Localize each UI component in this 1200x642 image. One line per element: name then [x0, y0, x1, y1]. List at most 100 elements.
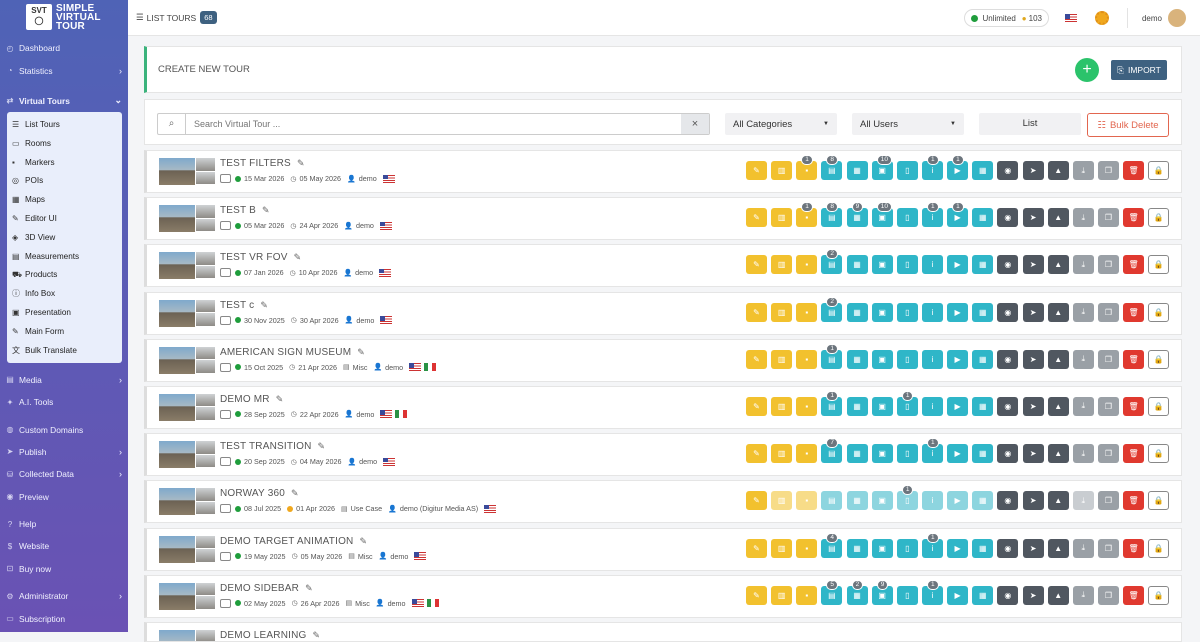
tour-title[interactable]: AMERICAN SIGN MUSEUM ✎ — [220, 347, 365, 358]
rooms-button[interactable]: ▥ — [771, 491, 793, 511]
duplicate-button[interactable]: ❐ — [1097, 538, 1119, 558]
markers-button[interactable]: ▪ — [796, 349, 818, 369]
tour-title[interactable]: DEMO MR ✎ — [220, 394, 283, 405]
tour-thumbnail[interactable] — [159, 158, 215, 185]
category-select[interactable]: All Categories ▼ — [725, 113, 837, 135]
info-box-button[interactable]: ▯ — [896, 585, 918, 605]
rooms-button[interactable]: ▥ — [771, 255, 793, 275]
video-button[interactable]: ▶ — [947, 302, 969, 322]
publish-button[interactable]: ➤ — [1022, 208, 1044, 228]
download-button[interactable]: ⤓ — [1072, 302, 1094, 322]
download-button[interactable]: ⤓ — [1072, 444, 1094, 464]
preview-button[interactable]: ◉ — [997, 349, 1019, 369]
rooms-button[interactable]: ▥ — [771, 444, 793, 464]
info-button[interactable]: i — [921, 491, 943, 511]
edit-tour-button[interactable]: ✎ — [746, 538, 767, 558]
import-button[interactable]: ⎘ IMPORT — [1111, 60, 1167, 80]
duplicate-button[interactable]: ❐ — [1097, 208, 1119, 228]
presentation-button[interactable]: ▦ — [972, 491, 994, 511]
folder-icon[interactable] — [220, 362, 231, 372]
bulk-delete-button[interactable]: ☷ Bulk Delete — [1087, 113, 1169, 137]
rooms-button[interactable]: ▥ — [771, 585, 793, 605]
tour-title[interactable]: DEMO SIDEBAR ✎ — [220, 583, 313, 594]
delete-button[interactable]: 🗑 — [1123, 585, 1145, 605]
maps-button[interactable]: ▦ — [846, 349, 868, 369]
add-tour-button[interactable]: + — [1075, 58, 1099, 82]
tour-row[interactable]: TEST FILTERS ✎ 15 Mar 2026 ◷ 05 May 2026 👤 dem… — [144, 150, 1182, 193]
tour-thumbnail[interactable] — [159, 582, 215, 610]
statistics-button[interactable]: ▲ — [1047, 255, 1069, 275]
sidebar-item-a-i-tools[interactable]: ✦ A.I. Tools — [0, 391, 128, 413]
statistics-button[interactable]: ▲ — [1047, 491, 1069, 511]
info-button[interactable]: i — [921, 255, 943, 275]
sidebar-item-collected-data[interactable]: ⛁ Collected Data › — [0, 463, 128, 485]
video-button[interactable]: ▶ 1 — [947, 155, 969, 180]
publish-button[interactable]: ➤ — [1022, 255, 1044, 275]
lock-button[interactable]: 🔒 — [1148, 349, 1170, 369]
publish-button[interactable]: ➤ — [1022, 161, 1044, 180]
submenu-item-markers[interactable]: ▪ Markers — [7, 153, 122, 172]
video-button[interactable]: ▶ — [947, 585, 969, 605]
presentation-button[interactable]: ▦ — [972, 538, 994, 558]
info-button[interactable]: i — [921, 349, 943, 369]
tour-title[interactable]: TEST B ✎ — [220, 205, 270, 216]
rooms-button[interactable]: ▥ — [771, 302, 793, 322]
rooms-list-button[interactable]: ▤ 7 — [821, 438, 843, 464]
publish-button[interactable]: ➤ — [1022, 491, 1044, 511]
lock-button[interactable]: 🔒 — [1148, 396, 1170, 416]
tour-row[interactable]: AMERICAN SIGN MUSEUM ✎ 15 Oct 2025 ◷ 21 Apr … — [144, 338, 1182, 382]
statistics-button[interactable]: ▲ — [1047, 349, 1069, 369]
folder-icon[interactable] — [220, 221, 231, 231]
rooms-list-button[interactable]: ▤ 8 — [821, 155, 843, 180]
statistics-button[interactable]: ▲ — [1047, 302, 1069, 322]
markers-button[interactable]: ▪ 1 — [796, 155, 818, 180]
presentation-button[interactable]: ▦ — [972, 208, 994, 228]
edit-tour-button[interactable]: ✎ — [746, 161, 767, 180]
tour-thumbnail[interactable] — [159, 393, 215, 421]
info-box-button[interactable]: ▯ — [896, 349, 918, 369]
tour-thumbnail[interactable] — [159, 252, 215, 280]
rooms-list-button[interactable]: ▤ 1 — [821, 343, 843, 369]
info-box-button[interactable]: ▯ — [896, 444, 918, 464]
duplicate-button[interactable]: ❐ — [1097, 396, 1119, 416]
maps-button[interactable]: ▦ — [846, 302, 868, 322]
statistics-button[interactable]: ▲ — [1047, 585, 1069, 605]
gallery-button[interactable]: ▣ 10 — [871, 155, 893, 180]
rooms-list-button[interactable]: ▤ — [821, 491, 843, 511]
preview-button[interactable]: ◉ — [997, 396, 1019, 416]
username[interactable]: demo — [1142, 14, 1162, 23]
duplicate-button[interactable]: ❐ — [1097, 161, 1119, 180]
clear-search-button[interactable]: × — [681, 114, 709, 134]
duplicate-button[interactable]: ❐ — [1097, 302, 1119, 322]
delete-button[interactable]: 🗑 — [1123, 161, 1145, 180]
tour-thumbnail[interactable] — [159, 205, 215, 233]
preview-button[interactable]: ◉ — [997, 444, 1019, 464]
submenu-item-editor-ui[interactable]: ✎ Editor UI — [7, 209, 122, 228]
gallery-button[interactable]: ▣ — [871, 538, 893, 558]
preview-button[interactable]: ◉ — [997, 491, 1019, 511]
rooms-button[interactable]: ▥ — [771, 396, 793, 416]
gallery-button[interactable]: ▣ — [871, 396, 893, 416]
gallery-button[interactable]: ▣ — [871, 349, 893, 369]
preview-button[interactable]: ◉ — [997, 208, 1019, 228]
pencil-icon[interactable]: ✎ — [260, 300, 268, 311]
lock-button[interactable]: 🔒 — [1148, 444, 1170, 464]
rooms-list-button[interactable]: ▤ 8 — [821, 202, 843, 228]
duplicate-button[interactable]: ❐ — [1097, 349, 1119, 369]
pencil-icon[interactable]: ✎ — [291, 488, 299, 499]
pencil-icon[interactable]: ✎ — [294, 252, 302, 263]
info-button[interactable]: i — [921, 396, 943, 416]
gallery-button[interactable]: ▣ — [871, 302, 893, 322]
tour-row[interactable]: DEMO TARGET ANIMATION ✎ 19 May 2025 ◷ 05 May… — [144, 527, 1182, 571]
statistics-button[interactable]: ▲ — [1047, 538, 1069, 558]
sidebar-item-administrator[interactable]: ⚙ Administrator › — [0, 585, 128, 607]
folder-icon[interactable] — [220, 174, 231, 183]
rooms-list-button[interactable]: ▤ 2 — [821, 249, 843, 275]
pencil-icon[interactable]: ✎ — [262, 205, 270, 216]
gallery-button[interactable]: ▣ 9 — [871, 579, 893, 605]
tour-row[interactable]: TEST VR FOV ✎ 07 Jan 2026 ◷ 10 Apr 2026 👤 demo… — [144, 244, 1182, 288]
lock-button[interactable]: 🔒 — [1148, 255, 1170, 275]
rooms-list-button[interactable]: ▤ 2 — [821, 296, 843, 322]
maps-button[interactable]: ▦ 9 — [846, 202, 868, 228]
pencil-icon[interactable]: ✎ — [297, 158, 305, 169]
